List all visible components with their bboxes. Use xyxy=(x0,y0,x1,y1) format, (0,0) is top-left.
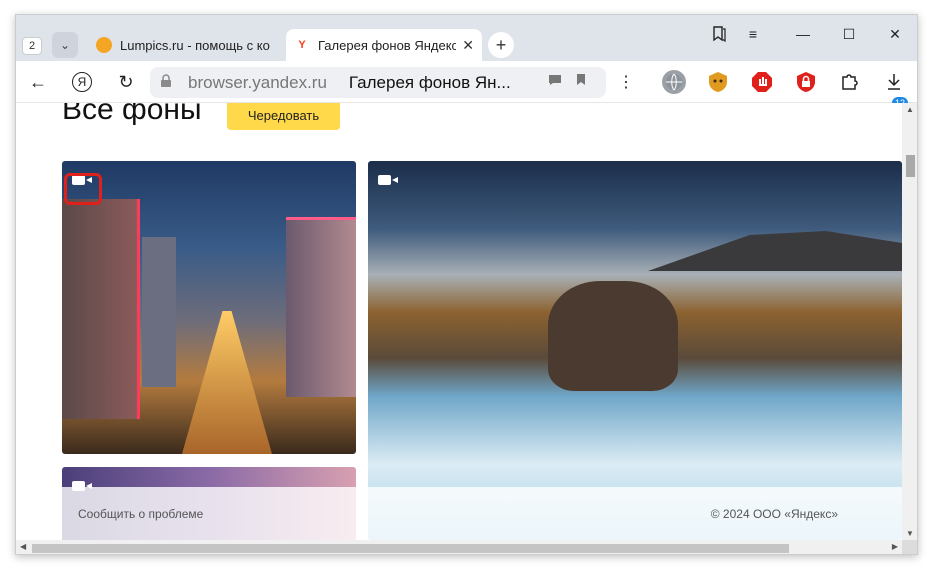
browser-window: 2 ⌄ Lumpics.ru - помощь с ком Y Галерея … xyxy=(15,14,918,555)
video-icon-highlight xyxy=(64,173,102,205)
address-bar[interactable]: browser.yandex.ru Галерея фонов Ян... xyxy=(150,67,606,98)
vertical-dots-icon: ⋮ xyxy=(618,74,634,91)
vertical-scrollbar[interactable]: ▲ ▼ xyxy=(902,103,917,540)
bookmark-icon[interactable] xyxy=(576,73,586,89)
address-page-title: Галерея фонов Ян... xyxy=(348,72,511,92)
scroll-left-icon[interactable]: ◀ xyxy=(20,542,26,551)
shuffle-button[interactable]: Чередовать xyxy=(227,103,340,130)
globe-extension-icon[interactable] xyxy=(662,70,686,94)
extensions-puzzle-icon[interactable] xyxy=(838,70,862,94)
chat-icon[interactable] xyxy=(548,73,562,89)
city-tower-graphic xyxy=(62,199,140,419)
shield-mascot-extension-icon[interactable] xyxy=(706,70,730,94)
address-domain: browser.yandex.ru xyxy=(188,72,327,92)
rock-graphic xyxy=(548,281,678,391)
yandex-button[interactable]: Я xyxy=(68,68,96,96)
tab-title: Галерея фонов Яндекс xyxy=(318,37,457,53)
city-tower-graphic xyxy=(142,237,176,387)
video-camera-icon xyxy=(378,173,400,187)
chevron-down-icon: ⌄ xyxy=(59,38,71,52)
report-problem-link[interactable]: Сообщить о проблеме xyxy=(78,507,203,521)
tab-count-badge[interactable]: 2 xyxy=(22,37,42,55)
bookmark-collection-icon[interactable] xyxy=(704,23,734,45)
minimize-icon[interactable]: — xyxy=(788,23,818,45)
reload-icon: ↻ xyxy=(118,71,134,92)
scroll-right-icon[interactable]: ▶ xyxy=(892,542,898,551)
lock-icon xyxy=(160,74,178,91)
yandex-ya-icon: Я xyxy=(72,72,92,92)
scrollbar-corner xyxy=(902,540,917,554)
new-tab-button[interactable]: + xyxy=(488,32,514,58)
download-icon[interactable] xyxy=(882,70,906,94)
tab-yandex-gallery[interactable]: Y Галерея фонов Яндекс ✕ xyxy=(286,29,482,61)
close-icon[interactable]: ✕ xyxy=(880,23,910,45)
copyright-text: © 2024 ООО «Яндекс» xyxy=(710,506,838,521)
reload-button[interactable]: ↻ xyxy=(112,68,140,96)
back-button[interactable]: ← xyxy=(24,68,52,96)
browser-toolbar: ← Я ↻ browser.yandex.ru Галерея фонов Ян… xyxy=(16,61,917,109)
background-card-waterfall[interactable] xyxy=(368,161,902,540)
more-menu-button[interactable]: ⋮ xyxy=(612,68,640,96)
background-card-city[interactable] xyxy=(62,161,356,454)
scroll-down-icon[interactable]: ▼ xyxy=(906,529,914,538)
lumpics-orange-icon xyxy=(96,37,112,53)
adblock-stop-icon[interactable] xyxy=(750,70,774,94)
mountain-graphic xyxy=(648,231,902,271)
maximize-icon[interactable]: ☐ xyxy=(834,23,864,45)
page-content: Все фоны Чередовать Сообщить о проблеме … xyxy=(16,103,902,540)
horizontal-scrollbar[interactable]: ◀ ▶ xyxy=(16,540,902,554)
city-tower-graphic xyxy=(286,217,356,397)
tab-lumpics[interactable]: Lumpics.ru - помощь с ком xyxy=(88,29,278,61)
scroll-up-icon[interactable]: ▲ xyxy=(906,105,914,114)
yandex-y-icon: Y xyxy=(298,39,306,51)
vertical-scroll-thumb[interactable] xyxy=(906,155,915,177)
tab-title: Lumpics.ru - помощь с ком xyxy=(120,37,270,53)
city-road-graphic xyxy=(182,311,272,454)
protect-lock-icon[interactable] xyxy=(794,70,818,94)
page-footer: Сообщить о проблеме © 2024 ООО «Яндекс» xyxy=(62,487,902,540)
tab-strip: 2 ⌄ Lumpics.ru - помощь с ком Y Галерея … xyxy=(16,15,917,61)
tab-list-dropdown-button[interactable]: ⌄ xyxy=(52,32,78,58)
horizontal-scroll-thumb[interactable] xyxy=(32,544,789,553)
page-title: Все фоны xyxy=(62,103,202,126)
tab-close-icon[interactable]: ✕ xyxy=(462,37,474,54)
hamburger-menu-icon[interactable]: ≡ xyxy=(738,23,768,45)
arrow-left-icon: ← xyxy=(29,71,47,92)
